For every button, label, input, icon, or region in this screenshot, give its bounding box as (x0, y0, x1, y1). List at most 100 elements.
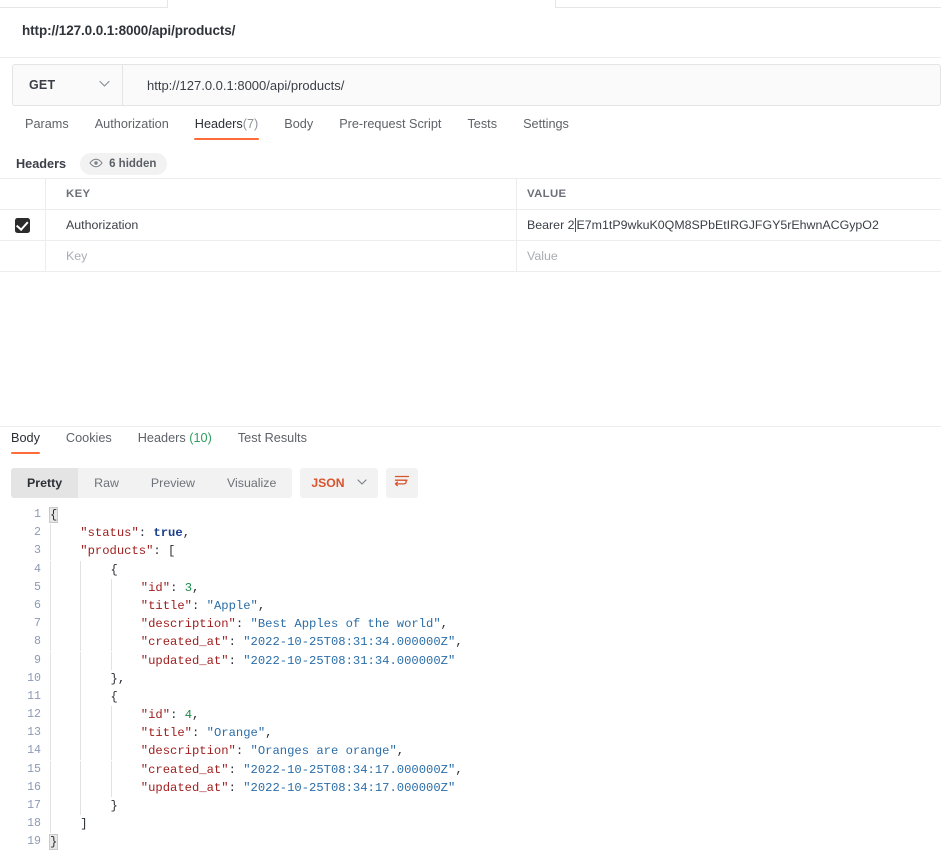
view-mode-preview[interactable]: Preview (135, 468, 211, 498)
json-brace-highlight: { (50, 508, 57, 522)
line-number: 7 (0, 615, 50, 633)
postman-request-response-view: http://127.0.0.1:8000/api/products/ GET … (0, 0, 941, 858)
tab-test-results-label: Test Results (238, 431, 307, 445)
tab-pre-request-script[interactable]: Pre-request Script (326, 117, 454, 140)
json-token-punc: , (183, 526, 190, 540)
json-token-punc: { (111, 563, 118, 577)
indent-guide (111, 652, 112, 670)
tab-response-headers[interactable]: Headers (10) (125, 431, 225, 454)
json-token-key: "created_at" (141, 763, 229, 777)
tab-response-cookies[interactable]: Cookies (53, 431, 125, 454)
url-input-value: http://127.0.0.1:8000/api/products/ (147, 78, 344, 93)
json-token-bool: true (153, 526, 182, 540)
tab-tests-label: Tests (467, 117, 497, 131)
json-token-punc: : [ (153, 544, 175, 558)
tab-body[interactable]: Body (271, 117, 326, 140)
json-token-key: "id" (141, 708, 170, 722)
tab-authorization[interactable]: Authorization (82, 117, 182, 140)
json-line: 14 "description": "Oranges are orange", (0, 742, 941, 760)
view-mode-raw[interactable]: Raw (78, 468, 135, 498)
indent-guide (111, 761, 112, 779)
tab-headers-count: (7) (243, 117, 259, 131)
json-line-content: "id": 3, (50, 579, 941, 597)
json-token-str: "Oranges are orange" (251, 744, 397, 758)
hidden-headers-toggle[interactable]: 6 hidden (80, 153, 167, 175)
table-row[interactable]: Authorization Bearer 2E7m1tP9wkuK0QM8SPb… (0, 210, 941, 241)
json-token-punc: } (111, 799, 118, 813)
indent-guide (80, 652, 81, 670)
json-line: 15 "created_at": "2022-10-25T08:34:17.00… (0, 761, 941, 779)
json-token-punc: , (455, 635, 462, 649)
wrap-lines-button[interactable] (386, 468, 418, 498)
header-key-cell[interactable]: Authorization (46, 210, 517, 240)
indent-guide (50, 524, 51, 542)
indent-guide (111, 579, 112, 597)
view-mode-pretty-label: Pretty (27, 476, 62, 490)
json-token-punc: }, (111, 672, 126, 686)
line-number: 12 (0, 706, 50, 724)
chevron-down-icon (357, 478, 367, 488)
indent-guide (111, 615, 112, 633)
response-view-toolbar: Pretty Raw Preview Visualize JSON (11, 468, 418, 498)
column-header-key-label: KEY (66, 188, 90, 200)
indent-guide (80, 561, 81, 579)
line-number: 13 (0, 724, 50, 742)
header-enabled-checkbox[interactable] (15, 218, 30, 233)
view-mode-preview-label: Preview (151, 476, 195, 490)
json-line: 7 "description": "Best Apples of the wor… (0, 615, 941, 633)
response-format-select[interactable]: JSON (300, 468, 377, 498)
table-row-empty[interactable]: Key Value (0, 241, 941, 272)
json-line: 17 } (0, 797, 941, 815)
line-number: 18 (0, 815, 50, 833)
line-number: 3 (0, 542, 50, 560)
json-token-key: "title" (141, 599, 192, 613)
json-token-punc: : (236, 744, 251, 758)
json-token-str: "Orange" (207, 726, 266, 740)
json-line-content: { (50, 561, 941, 579)
json-token-punc: : (229, 654, 244, 668)
json-token-key: "status" (80, 526, 139, 540)
tab-headers[interactable]: Headers(7) (182, 117, 271, 140)
tab-settings[interactable]: Settings (510, 117, 582, 140)
header-key-value: Authorization (66, 218, 138, 232)
indent-guide (111, 779, 112, 797)
json-token-punc: , (455, 763, 462, 777)
json-token-punc: ] (80, 817, 87, 831)
tab-response-body[interactable]: Body (0, 431, 53, 454)
tab-params[interactable]: Params (12, 117, 82, 140)
header-value-cell[interactable]: Bearer 2E7m1tP9wkuK0QM8SPbEtIRGJFGY5rEhw… (517, 210, 941, 240)
indent-guide (80, 724, 81, 742)
tab-test-results[interactable]: Test Results (225, 431, 320, 454)
headers-subheader: Headers 6 hidden (0, 150, 941, 178)
indent-guide (80, 706, 81, 724)
active-request-tab[interactable] (167, 0, 556, 8)
json-token-punc: : (139, 526, 154, 540)
json-line: 2 "status": true, (0, 524, 941, 542)
json-token-key: "updated_at" (141, 781, 229, 795)
line-number: 11 (0, 688, 50, 706)
view-mode-pretty[interactable]: Pretty (11, 468, 78, 498)
json-token-key: "title" (141, 726, 192, 740)
json-line-content: "products": [ (50, 542, 941, 560)
json-line-content: "updated_at": "2022-10-25T08:34:17.00000… (50, 779, 941, 797)
tab-tests[interactable]: Tests (454, 117, 510, 140)
header-key-cell-empty[interactable]: Key (46, 241, 517, 271)
json-token-punc: : (192, 599, 207, 613)
url-input[interactable]: http://127.0.0.1:8000/api/products/ (122, 64, 941, 106)
response-body-viewer[interactable]: 1{2 "status": true,3 "products": [4 {5 "… (0, 506, 941, 858)
json-line-content: "created_at": "2022-10-25T08:34:17.00000… (50, 761, 941, 779)
headers-table: KEY VALUE Authorization Bearer 2E7m1tP9w… (0, 178, 941, 272)
json-token-str: "2022-10-25T08:34:17.000000Z" (243, 763, 455, 777)
json-token-punc: : (229, 635, 244, 649)
json-token-key: "products" (80, 544, 153, 558)
header-value-cell-empty[interactable]: Value (517, 241, 941, 271)
headers-table-header-row: KEY VALUE (0, 178, 941, 210)
tab-pre-request-script-label: Pre-request Script (339, 117, 441, 131)
json-line-content: "updated_at": "2022-10-25T08:31:34.00000… (50, 652, 941, 670)
http-method-select[interactable]: GET (12, 64, 122, 106)
tab-authorization-label: Authorization (95, 117, 169, 131)
view-mode-visualize[interactable]: Visualize (211, 468, 292, 498)
json-line-content: { (50, 688, 941, 706)
line-number: 19 (0, 833, 50, 851)
indent-guide (50, 688, 51, 706)
